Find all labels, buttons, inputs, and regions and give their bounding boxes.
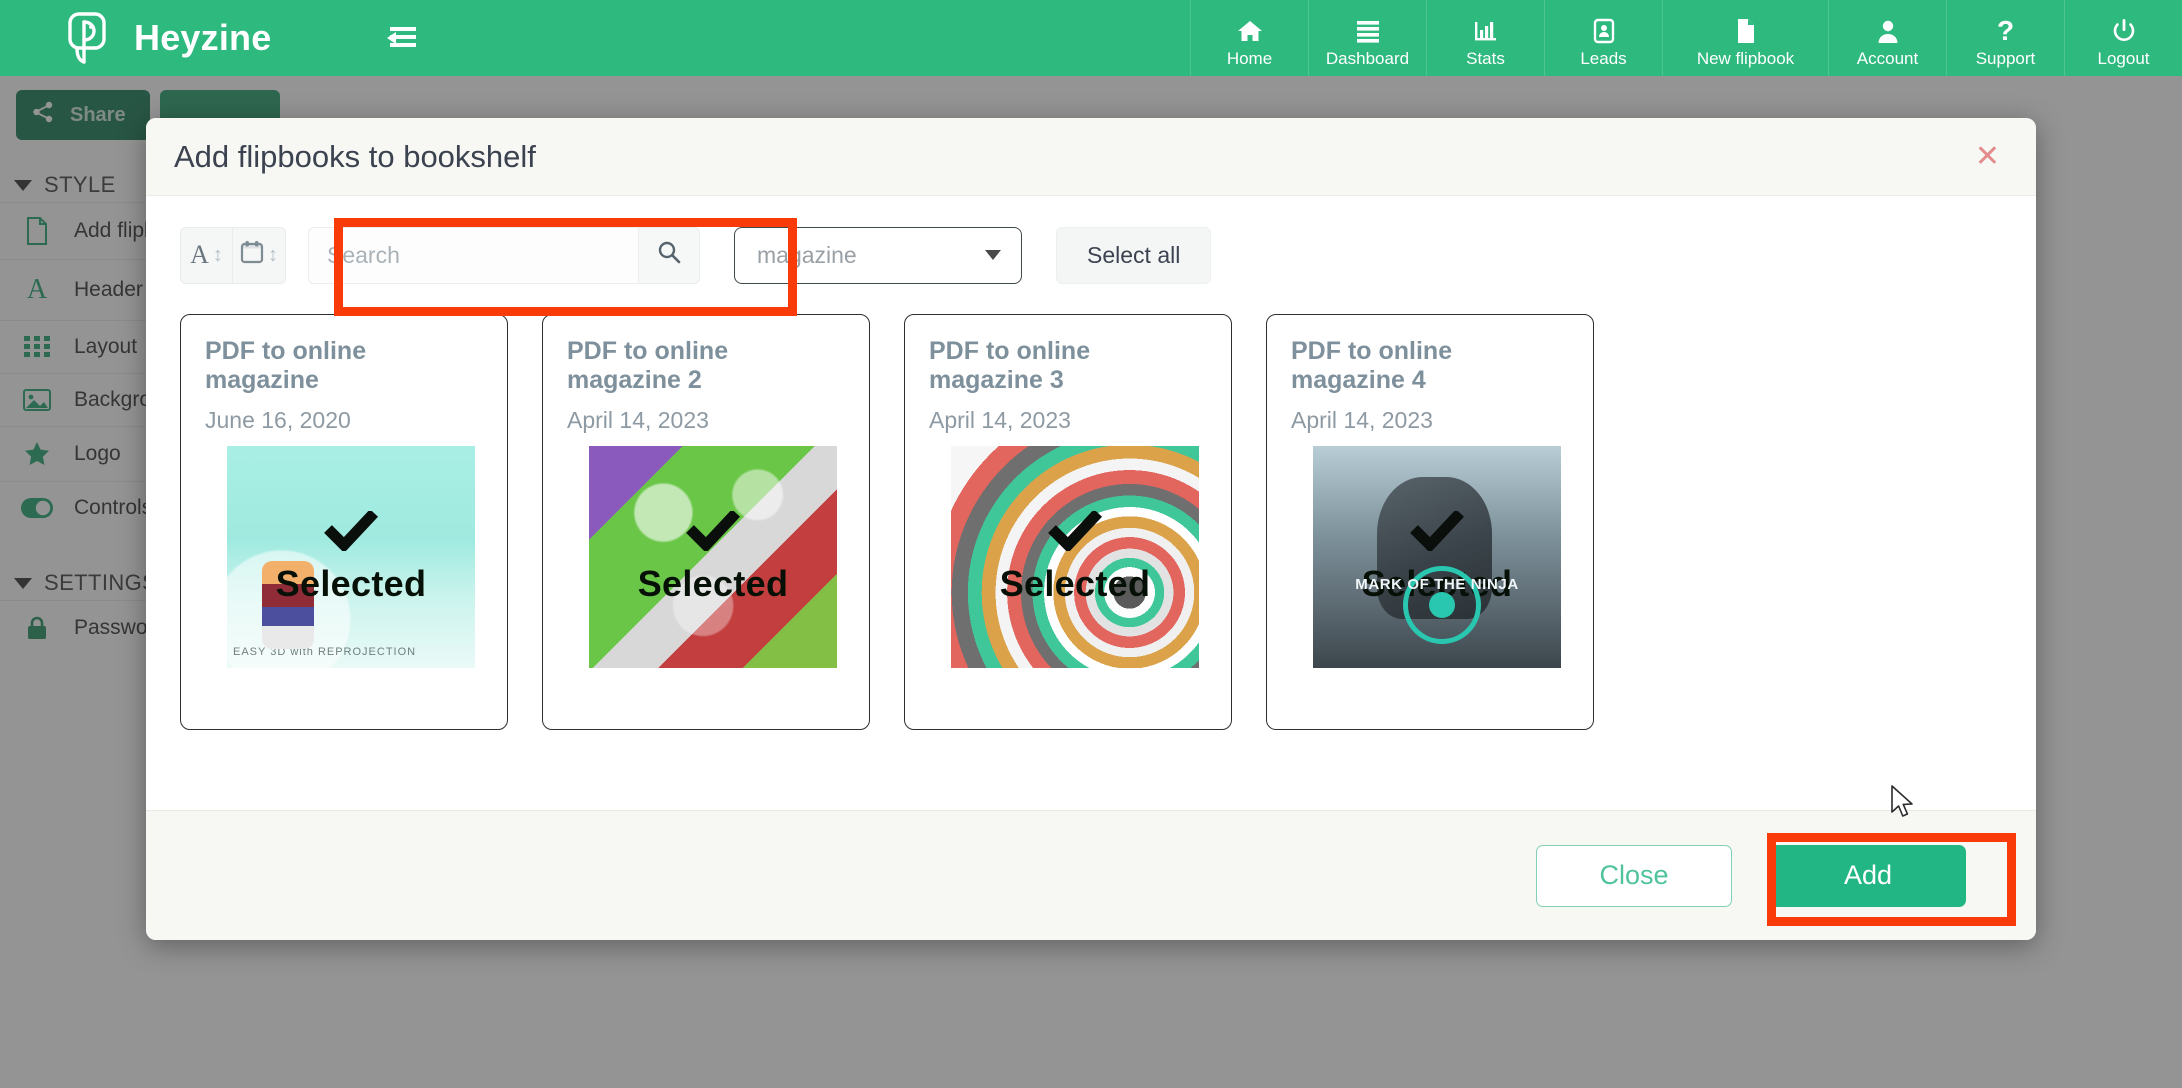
- sort-by-date-icon: [240, 240, 264, 271]
- card-date: April 14, 2023: [1291, 407, 1569, 434]
- selected-overlay: Selected: [951, 446, 1199, 668]
- category-filter-select[interactable]: magazine: [734, 227, 1022, 284]
- nav-item-stats[interactable]: Stats: [1426, 0, 1544, 76]
- flipbook-card[interactable]: PDF to online magazine June 16, 2020 EAS…: [180, 314, 508, 730]
- modal-toolbar: A ↕ ↕: [180, 224, 2002, 286]
- checkmark-icon: [1048, 509, 1102, 559]
- card-thumbnail: EASY 3D with REPROJECTION Selected: [227, 446, 475, 668]
- search-area: [308, 227, 700, 284]
- contact-card-icon: [1592, 16, 1616, 46]
- top-navigation-bar: Heyzine Home: [0, 0, 2182, 76]
- nav-label: Account: [1857, 50, 1918, 67]
- nav-item-home[interactable]: Home: [1190, 0, 1308, 76]
- flipbook-card[interactable]: PDF to online magazine 4 April 14, 2023 …: [1266, 314, 1594, 730]
- updown-arrow-icon: ↕: [268, 244, 278, 267]
- sort-alphabetical-button[interactable]: A ↕: [180, 227, 233, 284]
- card-date: April 14, 2023: [567, 407, 845, 434]
- mouse-cursor: [1890, 785, 1916, 826]
- nav-label: Leads: [1580, 50, 1626, 67]
- flipbook-card[interactable]: PDF to online magazine 2 April 14, 2023 …: [542, 314, 870, 730]
- power-icon: [2112, 16, 2136, 46]
- nav-label: New flipbook: [1697, 50, 1794, 67]
- filter-select-wrapper: magazine: [734, 227, 1022, 284]
- sort-button-group: A ↕ ↕: [180, 227, 286, 284]
- sidebar-toggle-icon[interactable]: [340, 0, 460, 76]
- nav-item-support[interactable]: ? Support: [1946, 0, 2064, 76]
- thumbnail-caption: MARK OF THE NINJA: [1355, 576, 1519, 593]
- heyzine-bird-logo-icon: [62, 10, 118, 66]
- question-mark-icon: ?: [1997, 16, 2014, 46]
- search-input-wrapper[interactable]: [308, 227, 638, 284]
- add-button[interactable]: Add: [1770, 845, 1966, 907]
- magnifier-icon: [657, 240, 681, 271]
- selected-label: Selected: [1000, 563, 1150, 605]
- card-title: PDF to online magazine 2: [567, 337, 845, 397]
- nav-item-account[interactable]: Account: [1828, 0, 1946, 76]
- nav-item-dashboard[interactable]: Dashboard: [1308, 0, 1426, 76]
- user-icon: [1876, 16, 1900, 46]
- card-thumbnail: Selected: [589, 446, 837, 668]
- select-all-label: Select all: [1087, 242, 1180, 269]
- nav-label: Home: [1227, 50, 1272, 67]
- checkmark-icon: [324, 509, 378, 559]
- search-input[interactable]: [327, 242, 620, 269]
- card-thumbnail: Selected: [951, 446, 1199, 668]
- modal-footer: Close Add: [146, 810, 2036, 940]
- checkmark-icon: [1410, 509, 1464, 559]
- modal-title: Add flipbooks to bookshelf: [174, 139, 536, 175]
- nav-item-new-flipbook[interactable]: New flipbook: [1662, 0, 1828, 76]
- app-screen: Heyzine Home: [0, 0, 2182, 1088]
- close-button[interactable]: Close: [1536, 845, 1732, 907]
- nav-spacer: [460, 0, 1190, 76]
- card-date: June 16, 2020: [205, 407, 483, 434]
- checkmark-icon: [686, 509, 740, 559]
- flipbook-card-grid: PDF to online magazine June 16, 2020 EAS…: [180, 314, 2002, 730]
- selected-label: Selected: [276, 563, 426, 605]
- card-thumbnail: MARK OF THE NINJA Selected: [1313, 446, 1561, 668]
- nav-items: Home Dashboard: [1190, 0, 2182, 76]
- flipbook-card[interactable]: PDF to online magazine 3 April 14, 2023 …: [904, 314, 1232, 730]
- modal-header: Add flipbooks to bookshelf ✕: [146, 118, 2036, 196]
- nav-label: Stats: [1466, 50, 1505, 67]
- selected-overlay: Selected: [227, 446, 475, 668]
- close-x-icon[interactable]: ✕: [1975, 142, 2000, 172]
- brand-name: Heyzine: [134, 17, 271, 59]
- card-title: PDF to online magazine: [205, 337, 483, 397]
- modal-body: A ↕ ↕: [146, 196, 2036, 810]
- selected-label: Selected: [638, 563, 788, 605]
- home-icon: [1237, 16, 1263, 46]
- card-title: PDF to online magazine 3: [929, 337, 1207, 397]
- add-button-label: Add: [1844, 860, 1892, 891]
- document-icon: [1735, 16, 1757, 46]
- close-button-label: Close: [1599, 860, 1668, 891]
- nav-item-leads[interactable]: Leads: [1544, 0, 1662, 76]
- sort-alpha-letter: A: [190, 240, 209, 270]
- search-button[interactable]: [638, 227, 700, 284]
- bar-chart-icon: [1473, 16, 1499, 46]
- select-all-button[interactable]: Select all: [1056, 227, 1211, 284]
- add-flipbooks-modal: Add flipbooks to bookshelf ✕ A ↕: [146, 118, 2036, 940]
- updown-arrow-icon: ↕: [213, 244, 223, 267]
- nav-label: Dashboard: [1326, 50, 1409, 67]
- card-title: PDF to online magazine 4: [1291, 337, 1569, 397]
- selected-overlay: Selected: [589, 446, 837, 668]
- nav-label: Logout: [2098, 50, 2150, 67]
- category-filter-value: magazine: [757, 242, 857, 269]
- list-lines-icon: [1355, 16, 1381, 46]
- chevron-down-icon: [985, 250, 1001, 260]
- nav-label: Support: [1976, 50, 2036, 67]
- sort-by-date-button[interactable]: ↕: [233, 227, 286, 284]
- brand-area[interactable]: Heyzine: [0, 0, 340, 76]
- nav-item-logout[interactable]: Logout: [2064, 0, 2182, 76]
- card-date: April 14, 2023: [929, 407, 1207, 434]
